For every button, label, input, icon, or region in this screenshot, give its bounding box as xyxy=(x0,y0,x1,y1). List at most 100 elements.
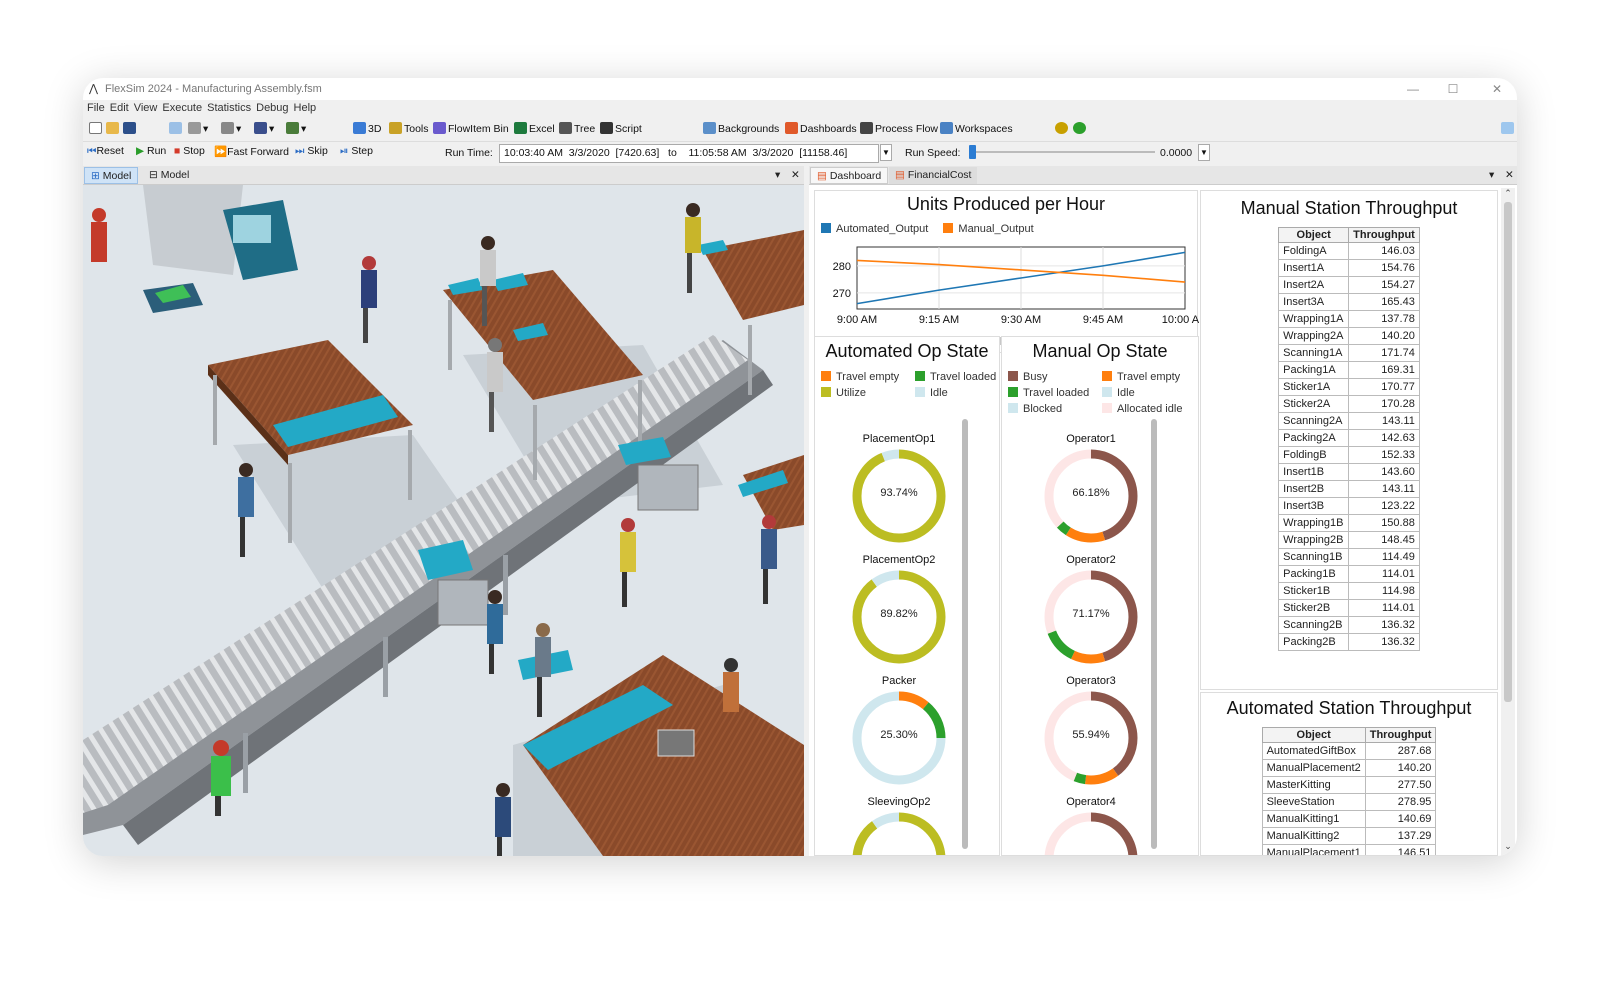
donut-operator4: Operator4 xyxy=(1043,796,1139,855)
backgrounds-button[interactable]: Backgrounds xyxy=(703,122,779,135)
connect-mode-icon[interactable]: ▾ xyxy=(188,122,208,135)
throughput-cell: 143.11 xyxy=(1348,412,1420,430)
tab-dashboard[interactable]: ▤ Dashboard xyxy=(810,167,889,184)
tools-button[interactable]: Tools xyxy=(389,122,429,135)
throughput-cell: 137.29 xyxy=(1364,827,1437,845)
object-cell: MasterKitting xyxy=(1261,776,1366,794)
folder-icon[interactable] xyxy=(1501,122,1516,135)
tab-financialcost-label: FinancialCost xyxy=(907,169,972,181)
3d-view-button[interactable]: 3D xyxy=(353,122,381,135)
new-model-icon[interactable] xyxy=(89,122,104,135)
menu-view[interactable]: View xyxy=(133,102,159,114)
scroll-up-chevron-icon[interactable]: ⌃ xyxy=(1501,188,1515,199)
workspaces-button[interactable]: Workspaces xyxy=(940,122,1013,135)
menu-statistics[interactable]: Statistics xyxy=(206,102,252,114)
menu-edit[interactable]: Edit xyxy=(109,102,130,114)
object-cell: Scanning1A xyxy=(1278,344,1350,362)
skip-button[interactable]: ⏭ Skip xyxy=(295,145,328,158)
throughput-cell: 140.20 xyxy=(1364,759,1437,777)
automated-throughput-title: Automated Station Throughput xyxy=(1226,698,1472,718)
fast-forward-button[interactable]: ⏩Fast Forward xyxy=(214,145,289,158)
save-icon[interactable] xyxy=(123,122,138,135)
object-tools-icon[interactable]: ▾ xyxy=(221,122,241,135)
script-button[interactable]: Script xyxy=(600,122,642,135)
help-icon[interactable] xyxy=(1073,122,1088,135)
legend-label: Travel empty xyxy=(1117,371,1181,383)
object-cell: ManualPlacement1 xyxy=(1261,844,1366,855)
tab-model-3d[interactable]: ⊞ Model xyxy=(84,167,139,184)
legend-item: Blocked xyxy=(1008,403,1102,415)
scroll-down-chevron-icon[interactable]: ⌄ xyxy=(1501,841,1515,852)
model-3d-icon: ⊞ xyxy=(91,170,100,182)
pane-close-icon[interactable]: ✕ xyxy=(785,167,806,184)
minimize-button[interactable]: — xyxy=(1399,80,1427,98)
manual-op-state-title: Manual Op State xyxy=(1032,341,1168,361)
throughput-cell: 154.27 xyxy=(1348,276,1420,294)
stop-icon: ■ xyxy=(174,145,181,157)
legend-item: Travel loaded xyxy=(1008,387,1102,399)
tab-financialcost[interactable]: ▤ FinancialCost xyxy=(889,167,978,184)
legend-label: Utilize xyxy=(836,387,866,399)
table-row: Sticker1B 114.98 xyxy=(1278,582,1420,600)
stop-button[interactable]: ■ Stop xyxy=(174,145,205,157)
dashboard-pane: ▤ Dashboard ▤ FinancialCost ▾ ✕ Units Pr… xyxy=(809,166,1517,856)
reset-button[interactable]: ⏮Reset xyxy=(87,145,124,158)
run-speed-dropdown-button[interactable]: ▼ xyxy=(1198,144,1210,161)
dashboard-menu-chevron-down-icon[interactable]: ▾ xyxy=(1483,167,1500,184)
run-time-field[interactable]: 10:03:40 AM 3/3/2020 [7420.63] to 11:05:… xyxy=(499,144,879,163)
table-row: Wrapping1A 137.78 xyxy=(1278,310,1420,328)
stop-label: Stop xyxy=(183,145,205,157)
manual-op-state-card: Manual Op State Busy Travel empty Travel l… xyxy=(1001,336,1199,856)
column-header[interactable]: Object xyxy=(1261,727,1366,743)
dashboard-scroll-thumb[interactable] xyxy=(1504,202,1512,702)
tree-button[interactable]: Tree xyxy=(559,122,595,135)
object-cell: Packing2B xyxy=(1278,633,1350,651)
table-row: Wrapping2B 148.45 xyxy=(1278,531,1420,549)
select-mode-icon[interactable] xyxy=(169,122,184,135)
column-header[interactable]: Throughput xyxy=(1364,727,1437,743)
dashboards-button[interactable]: Dashboards xyxy=(785,122,857,135)
object-cell: ManualKitting1 xyxy=(1261,810,1366,828)
excel-button[interactable]: Excel xyxy=(514,122,555,135)
donut-value: 66.18% xyxy=(1072,487,1110,499)
throughput-cell: 114.49 xyxy=(1348,548,1420,566)
tab-model-tree[interactable]: ⊟ Model xyxy=(143,167,195,184)
donut-value: 55.94% xyxy=(1072,729,1110,741)
step-button[interactable]: ⏯ Step xyxy=(340,145,373,158)
run-speed-slider[interactable] xyxy=(969,145,976,159)
grid-icon[interactable]: ▾ xyxy=(286,122,306,135)
menu-help[interactable]: Help xyxy=(293,102,318,114)
process-flow-button[interactable]: Process Flow xyxy=(860,122,938,135)
3d-scene[interactable] xyxy=(83,185,804,856)
flowitem-bin-button[interactable]: FlowItem Bin xyxy=(433,122,509,135)
menu-execute[interactable]: Execute xyxy=(161,102,203,114)
column-header[interactable]: Throughput xyxy=(1348,227,1420,243)
donut-value: 25.30% xyxy=(880,729,918,741)
settings-gear-icon[interactable] xyxy=(1055,122,1070,135)
donut-segment xyxy=(1044,812,1138,855)
process-flow-label: Process Flow xyxy=(875,123,939,135)
close-window-button[interactable]: ✕ xyxy=(1483,80,1511,98)
object-cell: Insert2A xyxy=(1278,276,1350,294)
object-cell: Scanning2B xyxy=(1278,616,1350,634)
throughput-cell: 146.51 xyxy=(1364,844,1437,855)
table-row: Insert2B 143.11 xyxy=(1278,480,1420,498)
manual-scrollbar[interactable] xyxy=(1151,419,1157,849)
column-header[interactable]: Object xyxy=(1278,227,1350,243)
maximize-button[interactable]: ☐ xyxy=(1439,80,1467,98)
open-folder-icon[interactable] xyxy=(106,122,121,135)
dashboard-scrollbar[interactable]: ⌃ ⌄ xyxy=(1501,188,1515,856)
view-layout-icon[interactable]: ▾ xyxy=(254,122,274,135)
throughput-cell: 165.43 xyxy=(1348,293,1420,311)
menu-debug[interactable]: Debug xyxy=(255,102,289,114)
run-button[interactable]: ▶ Run xyxy=(136,145,166,157)
dashboard-close-icon[interactable]: ✕ xyxy=(1499,167,1517,184)
donut-title: PlacementOp1 xyxy=(862,433,936,445)
table-row: Scanning1B 114.49 xyxy=(1278,548,1420,566)
run-time-dropdown-button[interactable]: ▼ xyxy=(880,144,892,161)
throughput-cell: 140.69 xyxy=(1364,810,1437,828)
automated-scrollbar[interactable] xyxy=(962,419,968,849)
menu-file[interactable]: File xyxy=(86,102,106,114)
throughput-cell: 140.20 xyxy=(1348,327,1420,345)
pane-menu-chevron-down-icon[interactable]: ▾ xyxy=(769,167,786,184)
